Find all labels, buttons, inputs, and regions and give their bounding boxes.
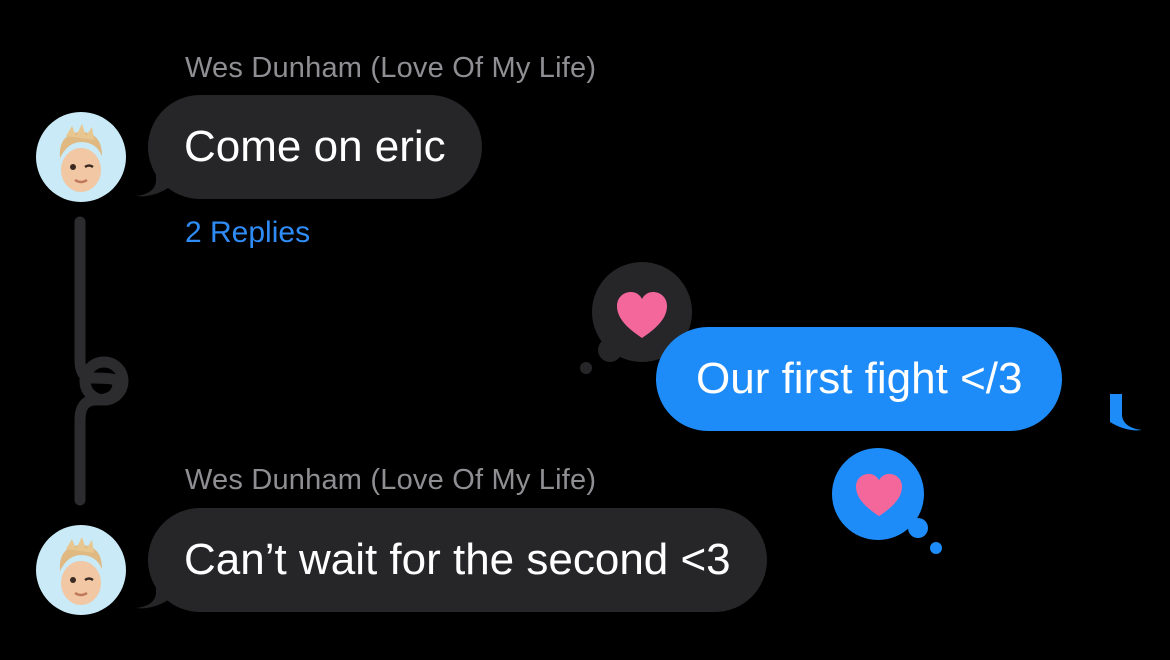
sender-name: Wes Dunham (Love Of My Life) xyxy=(185,52,597,84)
message-bubble-incoming[interactable]: Can’t wait for the second <3 xyxy=(148,508,767,612)
heart-icon xyxy=(856,473,902,517)
message-bubble-incoming[interactable]: Come on eric xyxy=(148,95,482,199)
heart-icon xyxy=(617,292,667,338)
message-bubble-outgoing[interactable]: Our first fight </3 xyxy=(656,327,1063,431)
memoji-avatar-icon xyxy=(59,537,102,605)
message-text: Can’t wait for the second <3 xyxy=(184,535,731,584)
replies-link[interactable]: 2 Replies xyxy=(185,216,310,250)
bubble-tail xyxy=(136,160,168,197)
message-text: Our first fight </3 xyxy=(696,354,1023,403)
avatar[interactable] xyxy=(36,112,126,202)
bubble-tail xyxy=(1110,394,1142,431)
memoji-avatar-icon xyxy=(59,124,102,192)
avatar[interactable] xyxy=(36,525,126,615)
sender-name: Wes Dunham (Love Of My Life) xyxy=(185,464,597,496)
message-text: Come on eric xyxy=(184,122,446,171)
bubble-tail xyxy=(136,572,168,609)
